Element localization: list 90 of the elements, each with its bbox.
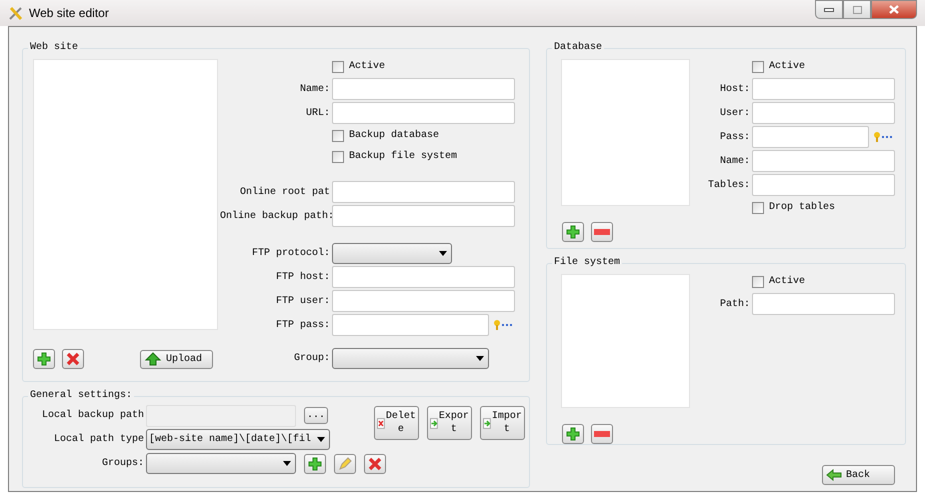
field-label: Local path type xyxy=(52,432,145,447)
upload-arrow-icon xyxy=(144,352,162,366)
plus-icon xyxy=(566,225,580,239)
dropdown[interactable] xyxy=(146,453,296,474)
field-label: FTP host: xyxy=(274,270,331,284)
input-field[interactable] xyxy=(332,78,515,100)
field-label: FTP pass: xyxy=(274,318,331,332)
field-label: Groups: xyxy=(100,457,145,471)
checkbox-label: Active xyxy=(769,60,806,74)
checkbox-label: Active xyxy=(349,60,386,74)
checkbox[interactable] xyxy=(752,202,764,214)
remove-button[interactable] xyxy=(591,222,613,242)
minimize-icon xyxy=(824,8,834,12)
dropdown[interactable] xyxy=(332,242,452,264)
remove-button[interactable] xyxy=(591,424,613,444)
maximize-button[interactable] xyxy=(843,0,871,19)
field-label: Name: xyxy=(718,154,751,168)
document-cross-icon xyxy=(377,418,385,428)
close-icon xyxy=(889,5,899,14)
plus-icon xyxy=(566,427,580,441)
minus-icon xyxy=(594,229,610,235)
input-field[interactable] xyxy=(332,314,489,336)
field-label: Local backup path xyxy=(40,408,145,423)
checkbox[interactable] xyxy=(332,130,344,142)
add-button[interactable] xyxy=(562,222,584,242)
field-label: User: xyxy=(718,106,751,120)
upload-button[interactable]: Upload xyxy=(140,350,213,368)
input-field[interactable] xyxy=(332,290,515,312)
browse-button[interactable]: ... xyxy=(304,407,328,424)
plus-icon xyxy=(37,352,51,366)
caret-icon xyxy=(476,356,484,360)
back-button[interactable]: Back xyxy=(822,465,895,485)
field-label: Group: xyxy=(292,352,331,366)
delete-button[interactable] xyxy=(364,454,386,474)
input-field[interactable] xyxy=(752,126,869,148)
add-button[interactable] xyxy=(562,424,584,444)
input-field[interactable] xyxy=(752,150,895,172)
input-field[interactable] xyxy=(332,205,515,227)
checkbox[interactable] xyxy=(752,276,764,288)
field-label: Name: xyxy=(298,82,331,96)
add-button[interactable] xyxy=(33,349,55,369)
checkbox[interactable] xyxy=(332,60,344,72)
checkbox-label: Active xyxy=(769,274,806,289)
field-label: Pass: xyxy=(718,130,751,144)
close-button[interactable] xyxy=(871,0,917,19)
dropdown[interactable]: [web-site name]\[date]\[fil xyxy=(146,429,330,450)
delete-button[interactable]: Delete xyxy=(374,406,419,440)
cross-icon xyxy=(368,456,382,470)
edit-button[interactable] xyxy=(334,454,356,474)
field-label: Online backup path: xyxy=(220,210,332,224)
checkbox-label: Drop tables xyxy=(769,200,836,215)
key-icon xyxy=(493,319,515,331)
field-label: Path: xyxy=(718,298,751,312)
document-arrow-icon xyxy=(430,418,438,428)
delete-button[interactable] xyxy=(62,349,84,369)
plus-icon xyxy=(308,456,322,470)
field-label: FTP protocol: xyxy=(250,246,331,260)
window-title: Web site editor xyxy=(29,5,109,22)
back-arrow-icon xyxy=(826,469,842,481)
document-arrow-icon xyxy=(483,418,491,428)
caret-icon xyxy=(283,461,291,466)
input-field[interactable] xyxy=(332,266,515,288)
pencil-icon xyxy=(338,456,352,470)
input-field[interactable] xyxy=(332,181,515,203)
checkbox-label: Backup file system xyxy=(349,150,458,164)
input-field[interactable] xyxy=(752,102,895,124)
checkbox[interactable] xyxy=(332,150,344,162)
checkbox[interactable] xyxy=(752,60,764,72)
field-label: Online root pat xyxy=(238,186,331,200)
maximize-icon xyxy=(852,6,862,14)
input-field[interactable] xyxy=(332,102,515,124)
key-icon xyxy=(873,131,895,143)
import-button[interactable]: Import xyxy=(480,406,525,440)
add-button[interactable] xyxy=(304,454,326,474)
field-label: URL: xyxy=(304,106,331,120)
input-field[interactable] xyxy=(752,174,895,196)
input-field[interactable] xyxy=(752,78,895,100)
checkbox-label: Backup database xyxy=(349,128,440,143)
cross-icon xyxy=(66,352,80,366)
minimize-button[interactable] xyxy=(815,0,843,19)
input-field[interactable] xyxy=(752,293,895,315)
export-button[interactable]: Export xyxy=(427,406,472,440)
dropdown[interactable] xyxy=(332,348,489,368)
tools-icon xyxy=(8,5,24,21)
field-label: Host: xyxy=(718,82,751,96)
caret-icon xyxy=(439,250,447,256)
field-label: FTP user: xyxy=(274,294,331,308)
minus-icon xyxy=(594,431,610,437)
caret-icon xyxy=(317,437,325,442)
field-label: Tables: xyxy=(706,178,751,192)
